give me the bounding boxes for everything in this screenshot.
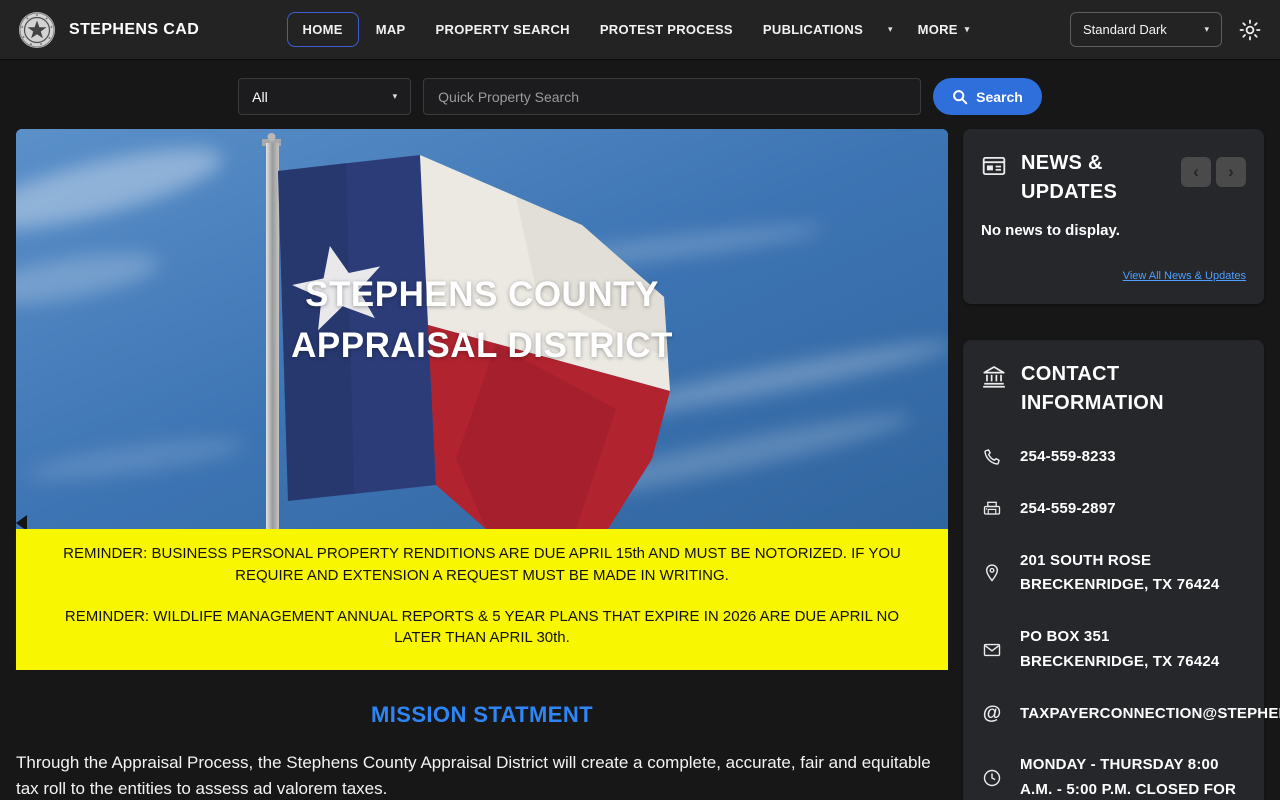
fax-icon bbox=[983, 501, 1001, 515]
header: STEPHENS CAD HOME MAP PROPERTY SEARCH PR… bbox=[0, 0, 1280, 60]
contact-information-title: CONTACT INFORMATION bbox=[1021, 363, 1164, 414]
at-sign-icon: @ bbox=[982, 702, 1002, 724]
sidebar: NEWS & UPDATES ‹ › No news to display. V… bbox=[963, 129, 1280, 800]
nav-protest-process[interactable]: PROTEST PROCESS bbox=[587, 13, 746, 46]
location-pin-icon bbox=[985, 564, 999, 582]
contact-information-card: CONTACT INFORMATION 254-559-8233 254-559… bbox=[963, 340, 1280, 800]
hero-title-line2: APPRAISAL DISTRICT bbox=[291, 326, 673, 365]
nav-publications[interactable]: PUBLICATIONS bbox=[750, 13, 876, 46]
nav-home[interactable]: HOME bbox=[286, 12, 359, 47]
institution-bank-icon bbox=[983, 366, 1005, 388]
contact-fax: 254-559-2897 bbox=[1020, 499, 1116, 517]
phone-icon bbox=[984, 449, 1000, 466]
hero-banner: STEPHENS COUNTY APPRAISAL DISTRICT bbox=[16, 129, 948, 529]
view-all-news-link[interactable]: View All News & Updates bbox=[1123, 270, 1246, 282]
brand-title: STEPHENS CAD bbox=[69, 20, 200, 38]
publications-dropdown-caret-icon[interactable]: ▾ bbox=[880, 15, 901, 44]
chevron-left-icon: ‹ bbox=[1193, 162, 1199, 181]
main-nav: HOME MAP PROPERTY SEARCH PROTEST PROCESS… bbox=[286, 12, 983, 47]
contact-phone-row[interactable]: 254-559-8233 bbox=[981, 445, 1246, 470]
news-empty-message: No news to display. bbox=[981, 222, 1120, 239]
search-category-select[interactable]: All ▾ bbox=[238, 78, 412, 115]
search-category-value: All bbox=[252, 88, 268, 105]
contact-fax-row: 254-559-2897 bbox=[981, 497, 1246, 522]
clock-icon bbox=[983, 769, 1001, 787]
search-category-caret-icon: ▾ bbox=[392, 91, 398, 101]
reminder-banner: REMINDER: BUSINESS PERSONAL PROPERTY REN… bbox=[16, 529, 948, 670]
news-updates-card: NEWS & UPDATES ‹ › No news to display. V… bbox=[963, 129, 1264, 304]
header-right: Standard Dark ▾ bbox=[1069, 12, 1262, 47]
contact-hours-row: MONDAY - THURSDAY 8:00 A.M. - 5:00 P.M. … bbox=[981, 753, 1246, 800]
brightness-sun-icon[interactable] bbox=[1238, 18, 1262, 42]
quick-search-bar: All ▾ Search bbox=[0, 60, 1280, 129]
nav-more[interactable]: MORE ▾ bbox=[905, 13, 983, 46]
news-next-button[interactable]: › bbox=[1216, 157, 1246, 187]
theme-select[interactable]: Standard Dark ▾ bbox=[1069, 12, 1222, 47]
reminder-line-1: REMINDER: BUSINESS PERSONAL PROPERTY REN… bbox=[63, 545, 901, 584]
newspaper-icon bbox=[982, 156, 1006, 176]
nav-property-search[interactable]: PROPERTY SEARCH bbox=[423, 13, 583, 46]
search-input[interactable] bbox=[423, 78, 922, 115]
contact-address-row[interactable]: 201 SOUTH ROSE BRECKENRIDGE, TX 76424 bbox=[981, 549, 1246, 599]
brand[interactable]: STEPHENS CAD bbox=[18, 11, 199, 49]
reminder-line-2: REMINDER: WILDLIFE MANAGEMENT ANNUAL REP… bbox=[64, 607, 900, 647]
news-updates-title: NEWS & UPDATES bbox=[1021, 152, 1118, 203]
contact-email: TAXPAYERCONNECTION@STEPHENSCAD.COM bbox=[1020, 704, 1280, 722]
envelope-icon bbox=[983, 643, 1001, 656]
news-carousel-controls: ‹ › bbox=[1181, 157, 1246, 207]
texas-seal-logo-icon bbox=[19, 11, 55, 48]
search-icon bbox=[953, 89, 968, 104]
contact-address: 201 SOUTH ROSE BRECKENRIDGE, TX 76424 bbox=[1020, 551, 1220, 594]
hero-title: STEPHENS COUNTY APPRAISAL DISTRICT bbox=[16, 269, 948, 371]
theme-select-value: Standard Dark bbox=[1082, 22, 1167, 37]
contact-po-box: PO BOX 351 BRECKENRIDGE, TX 76424 bbox=[1020, 628, 1220, 670]
primary-column: STEPHENS COUNTY APPRAISAL DISTRICT REMIN… bbox=[16, 129, 948, 800]
news-prev-button[interactable]: ‹ bbox=[1181, 157, 1211, 187]
hero-title-line1: STEPHENS COUNTY bbox=[305, 275, 659, 314]
main-content: STEPHENS COUNTY APPRAISAL DISTRICT REMIN… bbox=[0, 129, 1280, 800]
more-caret-icon: ▾ bbox=[964, 24, 970, 34]
contact-po-box-row: PO BOX 351 BRECKENRIDGE, TX 76424 bbox=[981, 625, 1246, 675]
theme-select-caret-icon: ▾ bbox=[1204, 24, 1209, 34]
contact-email-row[interactable]: @ TAXPAYERCONNECTION@STEPHENSCAD.COM bbox=[981, 702, 1280, 727]
nav-map[interactable]: MAP bbox=[363, 13, 419, 46]
chevron-right-icon: › bbox=[1228, 162, 1234, 181]
search-button[interactable]: Search bbox=[933, 78, 1042, 115]
mission-body: Through the Appraisal Process, the Steph… bbox=[16, 753, 931, 798]
search-button-label: Search bbox=[976, 88, 1023, 105]
mission-heading: MISSION STATMENT bbox=[371, 702, 593, 727]
hero-carousel-prev-icon[interactable] bbox=[16, 515, 27, 529]
contact-hours: MONDAY - THURSDAY 8:00 A.M. - 5:00 P.M. … bbox=[1020, 756, 1236, 798]
contact-phone: 254-559-8233 bbox=[1020, 448, 1116, 465]
